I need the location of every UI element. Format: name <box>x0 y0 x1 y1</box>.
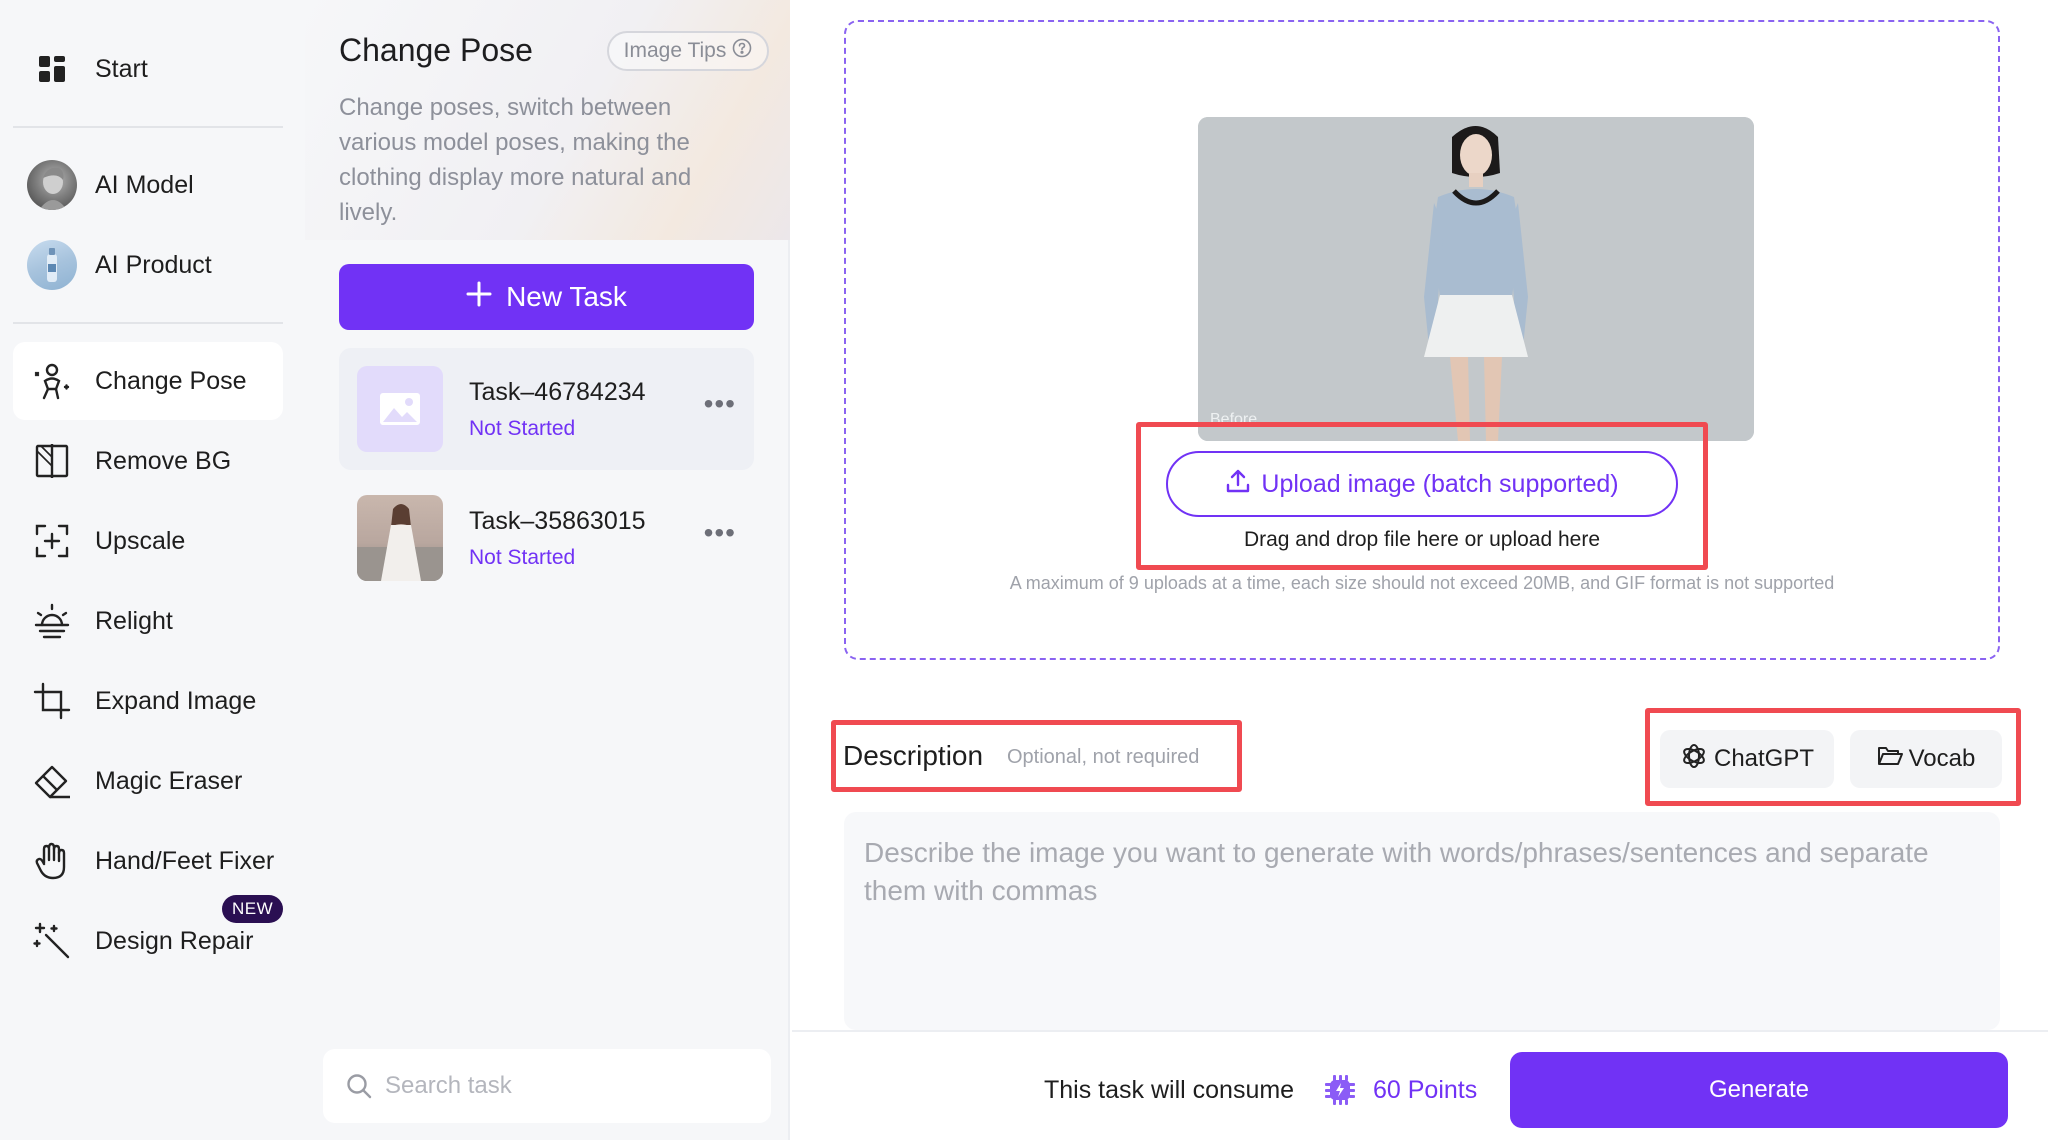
sidebar-item-label: Upscale <box>95 526 186 555</box>
sidebar-item-label: Start <box>95 54 148 83</box>
eraser-icon <box>27 756 77 806</box>
description-optional-note: Optional, not required <box>1007 746 1200 768</box>
consume-label: This task will consume <box>1044 1076 1295 1104</box>
upload-image-button[interactable]: Upload image (batch supported) <box>1166 451 1678 517</box>
before-preview-image: Before <box>1198 117 1754 441</box>
search-task-box[interactable] <box>323 1049 771 1123</box>
sidebar-item-label: Magic Eraser <box>95 766 243 795</box>
magic-wand-icon <box>27 916 77 966</box>
plus-icon <box>466 281 492 314</box>
generate-button[interactable]: Generate <box>1510 1052 2008 1128</box>
folder-open-icon <box>1877 745 1903 774</box>
sidebar-item-label: Design Repair <box>95 926 254 955</box>
description-title: Description <box>843 740 984 771</box>
sidebar-item-relight[interactable]: Relight <box>13 582 283 660</box>
search-input[interactable] <box>385 1072 745 1100</box>
upload-icon <box>1225 468 1251 501</box>
task-status: Not Started <box>469 545 576 569</box>
upload-image-label: Upload image (batch supported) <box>1261 469 1619 498</box>
new-task-label: New Task <box>506 281 627 312</box>
image-tips-button[interactable]: Image Tips <box>607 31 769 71</box>
help-circle-icon <box>732 38 752 64</box>
more-options-icon[interactable]: ••• <box>704 519 736 547</box>
task-item[interactable]: Task–35863015 Not Started ••• <box>339 477 754 599</box>
drag-drop-hint: Drag and drop file here or upload here <box>1243 528 1601 551</box>
placeholder-image-icon <box>357 366 443 452</box>
new-badge: NEW <box>222 895 284 923</box>
sidebar-item-change-pose[interactable]: Change Pose <box>13 342 283 420</box>
remove-bg-icon <box>27 436 77 486</box>
chatgpt-button[interactable]: ChatGPT <box>1660 730 1834 788</box>
points-chip-icon <box>1322 1072 1358 1113</box>
sidebar-item-expand-image[interactable]: Expand Image <box>13 662 283 740</box>
panel-description: Change poses, switch between various mod… <box>339 94 692 226</box>
chatgpt-label: ChatGPT <box>1713 745 1815 772</box>
sidebar-item-ai-model[interactable]: AI Model <box>13 146 283 224</box>
sidebar-item-magic-eraser[interactable]: Magic Eraser <box>13 742 283 820</box>
vocab-label: Vocab <box>1908 745 1976 772</box>
sidebar-item-label: AI Model <box>95 170 194 199</box>
image-tips-label: Image Tips <box>623 39 727 62</box>
sidebar-item-label: Expand Image <box>95 686 257 715</box>
sidebar-item-start[interactable]: Start <box>13 30 283 108</box>
task-item[interactable]: Task–46784234 Not Started ••• <box>339 348 754 470</box>
sidebar-item-label: Change Pose <box>95 366 247 395</box>
panel-title: Change Pose <box>339 32 533 68</box>
sidebar-item-hand-feet-fixer[interactable]: Hand/Feet Fixer <box>13 822 283 900</box>
sidebar-item-label: Remove BG <box>95 446 232 475</box>
crop-icon <box>27 676 77 726</box>
ai-model-avatar <box>27 160 77 210</box>
description-textarea[interactable] <box>844 812 2000 1030</box>
grid-icon <box>27 44 77 94</box>
more-options-icon[interactable]: ••• <box>704 390 736 418</box>
sidebar-item-ai-product[interactable]: AI Product <box>13 226 283 304</box>
photo-thumbnail <box>357 495 443 581</box>
openai-logo-icon <box>1680 742 1708 777</box>
hand-icon <box>27 836 77 886</box>
upscale-icon <box>27 516 77 566</box>
search-icon <box>345 1072 373 1100</box>
upload-limit-note: A maximum of 9 uploads at a time, each s… <box>1009 573 1835 593</box>
task-panel: Change Pose Image Tips Change poses, swi… <box>305 0 790 1140</box>
sidebar-divider <box>13 322 283 324</box>
pose-icon <box>27 356 77 406</box>
sidebar-item-label: Hand/Feet Fixer <box>95 846 275 875</box>
new-task-button[interactable]: New Task <box>339 264 754 330</box>
task-name: Task–46784234 <box>469 377 646 406</box>
sidebar-item-label: AI Product <box>95 250 212 279</box>
task-name: Task–35863015 <box>469 506 646 535</box>
sidebar-item-label: Relight <box>95 606 173 635</box>
points-cost: 60 Points <box>1373 1076 1478 1104</box>
main-sidebar: Start AI Model AI Product Change Pose Re… <box>0 0 305 1140</box>
sidebar-item-upscale[interactable]: Upscale <box>13 502 283 580</box>
vocab-button[interactable]: Vocab <box>1850 730 2002 788</box>
relight-icon <box>27 596 77 646</box>
task-status: Not Started <box>469 416 576 440</box>
sidebar-divider <box>13 126 283 128</box>
ai-product-avatar <box>27 240 77 290</box>
sidebar-item-remove-bg[interactable]: Remove BG <box>13 422 283 500</box>
